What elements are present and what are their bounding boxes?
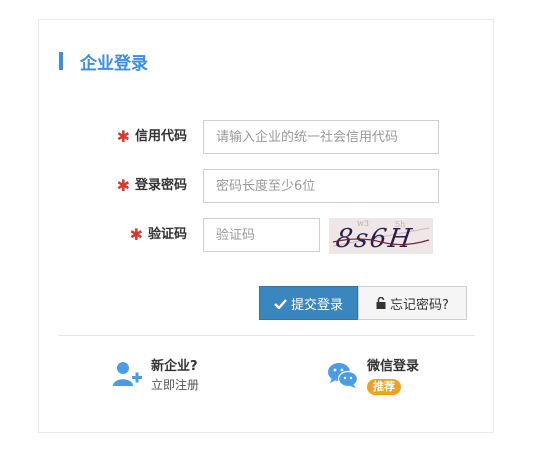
divider: [59, 335, 475, 336]
password-input[interactable]: [203, 169, 439, 203]
required-mark: ✱: [129, 225, 143, 244]
register-subtitle: 立即注册: [151, 378, 200, 392]
required-mark: ✱: [116, 176, 130, 195]
login-panel: 企业登录 ✱ 信用代码 ✱ 登录密码 ✱ 验证码 w3 5h 8s6H: [38, 19, 494, 433]
register-text: 新企业? 立即注册: [151, 359, 199, 393]
captcha-text: 8s6H: [334, 224, 415, 254]
wechat-text: 微信登录 推荐: [367, 359, 419, 395]
captcha-row: ✱ 验证码 w3 5h 8s6H: [39, 218, 495, 254]
captcha-graphic: w3 5h 8s6H: [329, 218, 433, 254]
captcha-image[interactable]: w3 5h 8s6H: [329, 218, 433, 254]
password-label-group: ✱ 登录密码: [117, 169, 187, 203]
title-accent-bar: [59, 52, 63, 70]
credit-code-input[interactable]: [203, 120, 439, 154]
password-row: ✱ 登录密码: [39, 169, 495, 203]
register-link[interactable]: 新企业? 立即注册: [113, 359, 199, 393]
submit-login-label: 提交登录: [290, 297, 343, 313]
lock-icon: [376, 297, 386, 309]
credit-code-label-group: ✱ 信用代码: [117, 120, 187, 154]
check-icon: [274, 298, 287, 309]
forgot-password-button[interactable]: 忘记密码?: [358, 286, 467, 320]
credit-code-row: ✱ 信用代码: [39, 120, 495, 154]
captcha-input[interactable]: [203, 218, 320, 252]
panel-header: 企业登录: [59, 51, 148, 74]
add-user-icon: [113, 361, 143, 391]
register-title: 新企业?: [151, 359, 198, 374]
password-label: 登录密码: [134, 178, 187, 193]
recommend-badge: 推荐: [367, 379, 401, 395]
wechat-icon: [327, 361, 359, 393]
wechat-title: 微信登录: [367, 359, 420, 374]
wechat-login-link[interactable]: 微信登录 推荐: [327, 359, 419, 395]
captcha-label-group: ✱ 验证码: [130, 218, 187, 252]
credit-code-label: 信用代码: [134, 129, 187, 144]
submit-login-button[interactable]: 提交登录: [259, 286, 358, 320]
required-mark: ✱: [116, 127, 130, 146]
forgot-password-label: 忘记密码?: [390, 297, 449, 313]
panel-title: 企业登录: [80, 53, 148, 74]
captcha-label: 验证码: [147, 227, 187, 242]
